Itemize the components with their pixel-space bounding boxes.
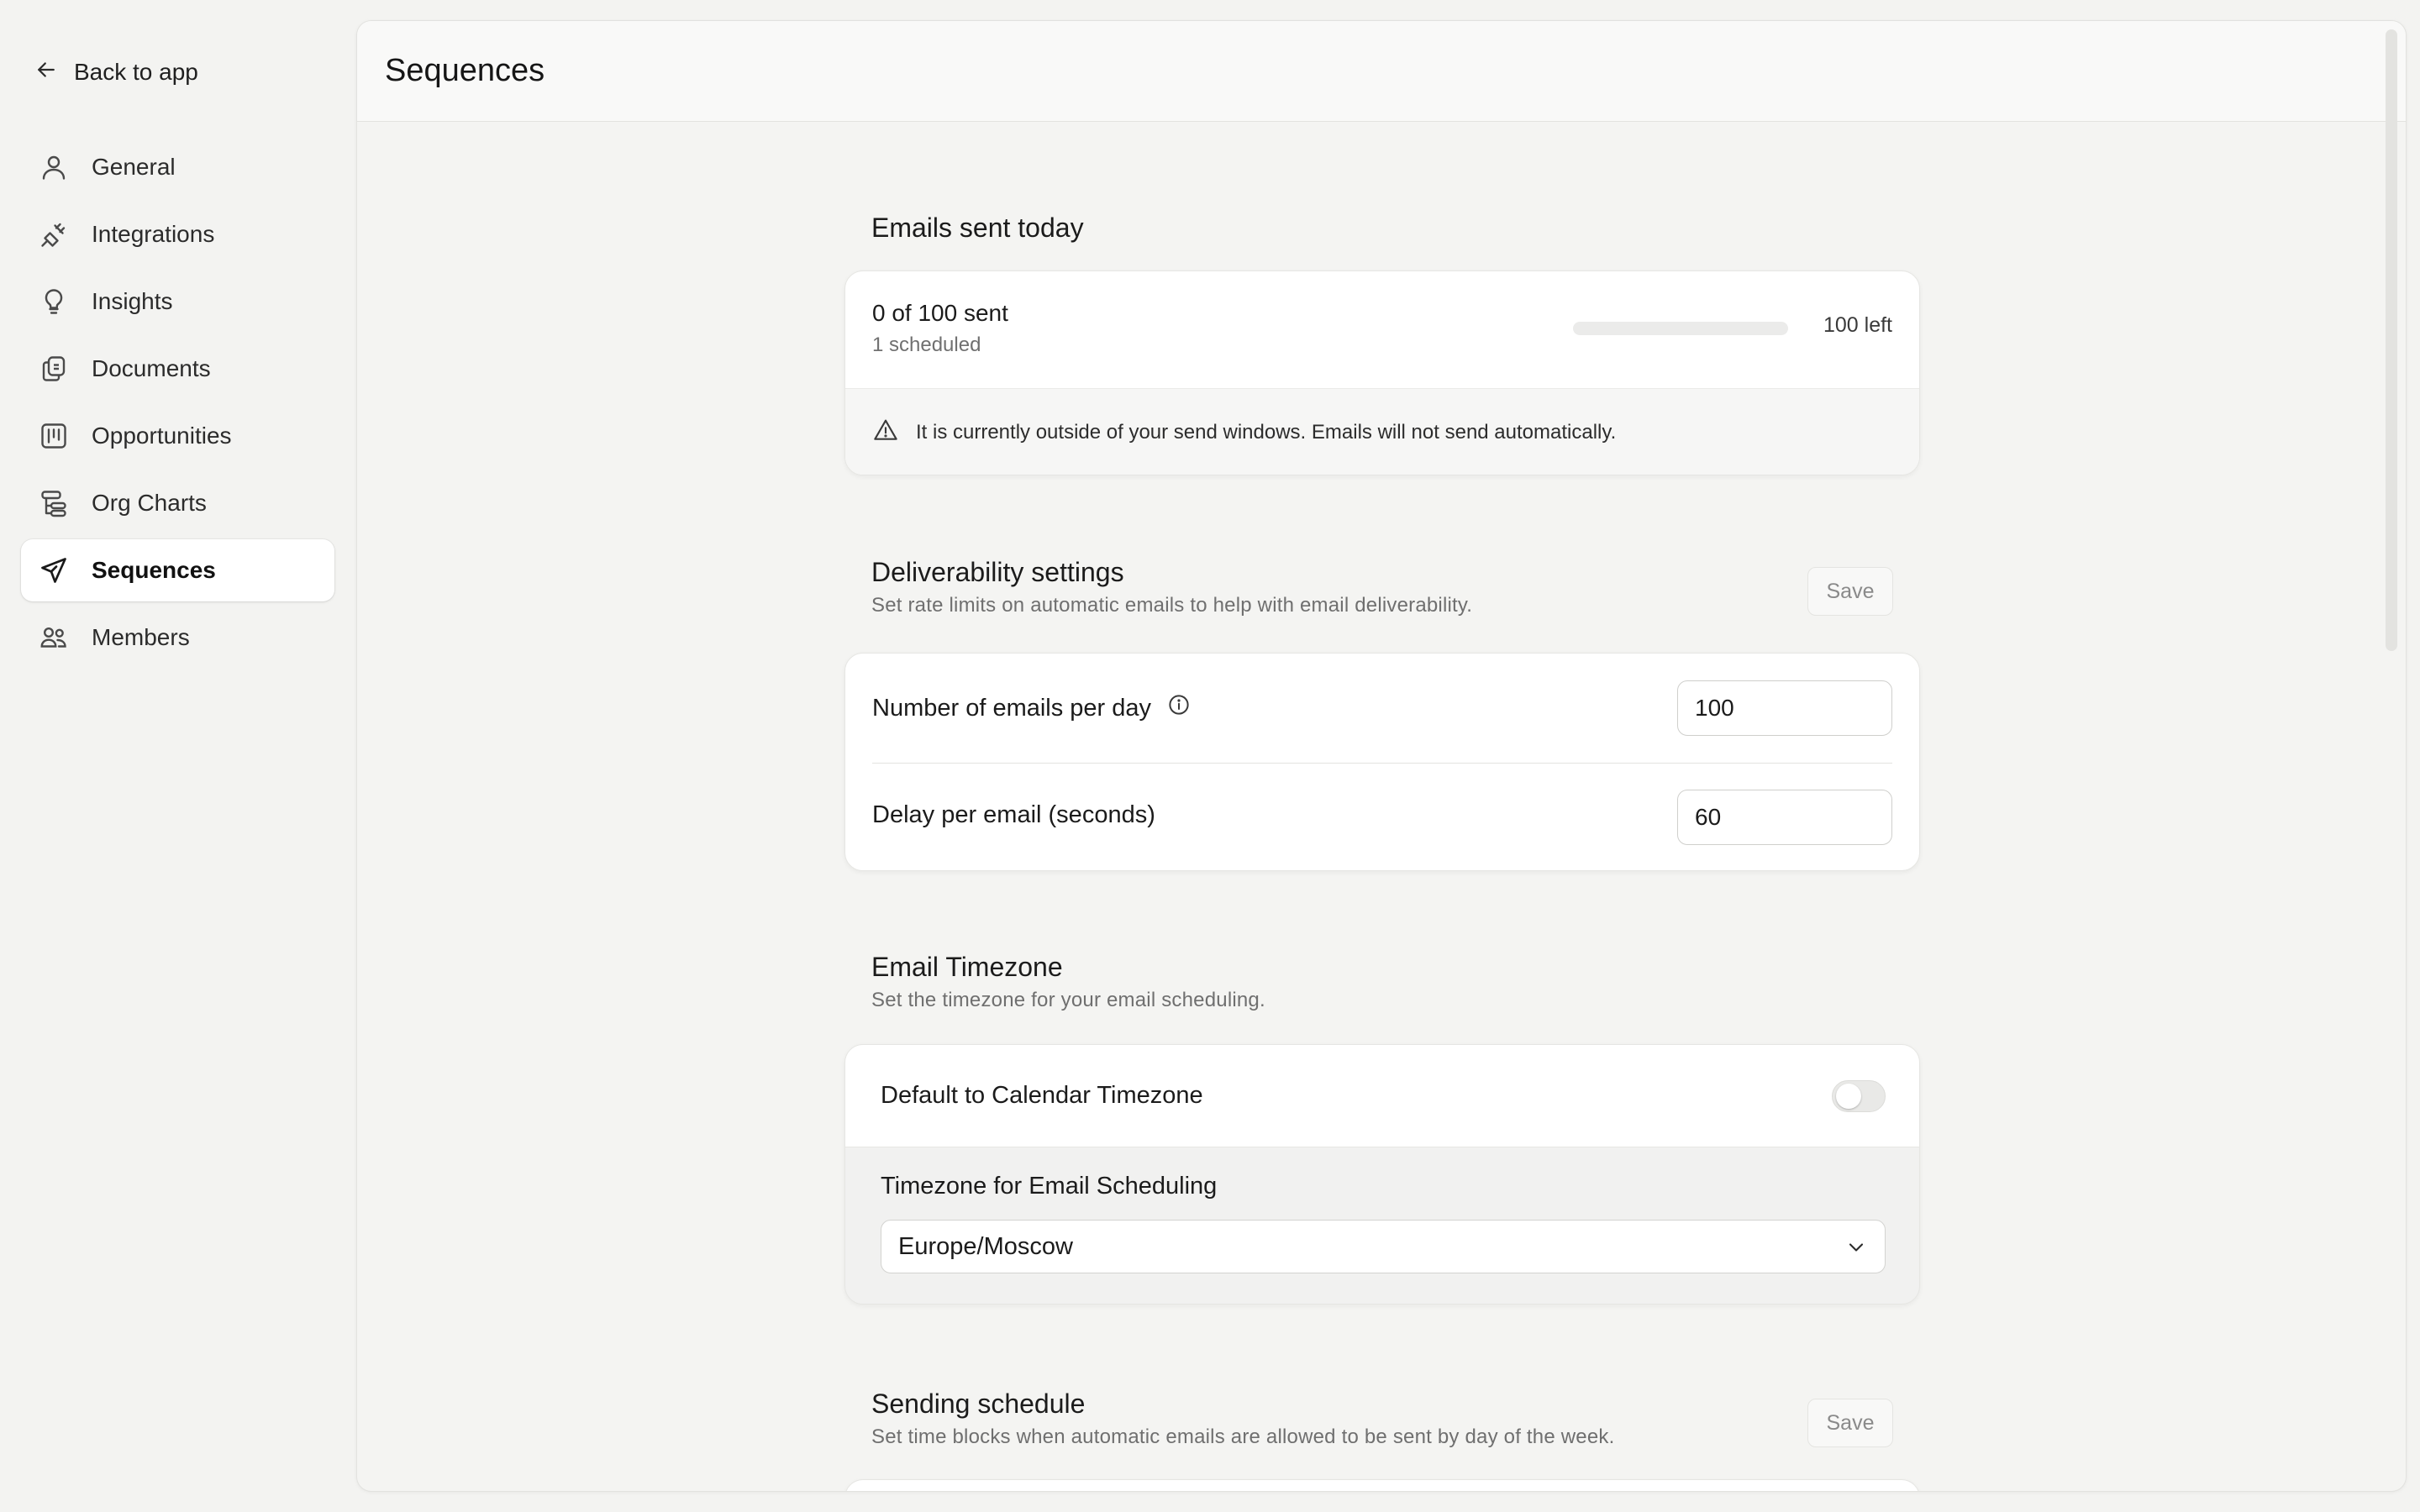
sidebar-item-label: Opportunities [92,423,232,449]
sidebar-item-label: Sequences [92,557,216,583]
back-to-app-link[interactable]: Back to app [34,55,198,89]
documents-icon [38,353,70,385]
warning-triangle-icon [872,417,899,449]
sent-count: 0 of 100 sent [872,300,1008,326]
schedule-save-button[interactable]: Save [1807,1399,1893,1447]
arrow-left-icon [34,57,59,88]
sent-summary-row: 0 of 100 sent 1 scheduled 100 left [845,271,1919,389]
sidebar-item-label: Members [92,624,190,650]
deliverability-save-button[interactable]: Save [1807,567,1893,616]
timezone-card: Default to Calendar Timezone Timezone fo… [844,1044,1920,1305]
schedule-subtitle: Set time blocks when automatic emails ar… [871,1425,1615,1448]
org-chart-icon [38,487,70,519]
emails-per-day-row: Number of emails per day [845,654,1919,763]
sidebar-item-insights[interactable]: Insights [21,270,334,333]
send-progress-bar [1573,322,1788,335]
emails-per-day-label: Number of emails per day [872,692,1192,724]
main-panel: Sequences Emails sent today 0 of 100 sen… [356,20,2407,1492]
timezone-selected-value: Europe/Moscow [898,1232,1073,1260]
delay-row: Delay per email (seconds) [845,763,1919,870]
schedule-card [844,1479,1920,1491]
sidebar-item-label: Org Charts [92,490,207,516]
sidebar-item-label: General [92,154,176,180]
sidebar-item-sequences[interactable]: Sequences [21,539,334,601]
remaining-count: 100 left [1823,313,1892,337]
kanban-icon [38,420,70,452]
default-calendar-timezone-label: Default to Calendar Timezone [881,1082,1203,1109]
page-title: Sequences [385,53,545,88]
deliverability-section-header: Deliverability settings Set rate limits … [844,557,1920,633]
deliverability-title: Deliverability settings [871,557,1124,587]
sidebar-item-integrations[interactable]: Integrations [21,203,334,265]
sidebar-item-members[interactable]: Members [21,606,334,669]
warning-text: It is currently outside of your send win… [916,421,1617,444]
sidebar-item-label: Insights [92,288,173,314]
sidebar-item-general[interactable]: General [21,136,334,198]
emails-per-day-input[interactable] [1677,680,1892,736]
emails-per-day-label-text: Number of emails per day [872,694,1152,722]
user-icon [38,151,70,183]
timezone-select-label: Timezone for Email Scheduling [881,1173,1218,1200]
default-calendar-timezone-toggle[interactable] [1832,1080,1886,1112]
toggle-knob [1836,1084,1861,1109]
settings-sidebar: Back to app General Integrations Insight… [0,0,355,1512]
default-calendar-timezone-row: Default to Calendar Timezone [845,1045,1919,1147]
sidebar-item-opportunities[interactable]: Opportunities [21,405,334,467]
timezone-title: Email Timezone [871,952,1063,982]
delay-label: Delay per email (seconds) [872,801,1155,828]
deliverability-subtitle: Set rate limits on automatic emails to h… [871,594,1473,617]
back-to-app-label: Back to app [74,59,198,85]
scrollbar[interactable] [2386,29,2397,651]
plug-icon [38,218,70,250]
sidebar-item-org-charts[interactable]: Org Charts [21,472,334,534]
info-icon[interactable] [1166,692,1192,724]
sidebar-item-label: Documents [92,355,211,381]
emails-sent-card: 0 of 100 sent 1 scheduled 100 left It is… [844,270,1920,475]
timezone-subtitle: Set the timezone for your email scheduli… [871,989,1265,1011]
sidebar-item-label: Integrations [92,221,215,247]
scheduled-count: 1 scheduled [872,333,981,356]
sidebar-item-documents[interactable]: Documents [21,338,334,400]
paper-plane-icon [38,554,70,586]
schedule-title: Sending schedule [871,1389,1086,1419]
users-icon [38,622,70,654]
emails-sent-today-title: Emails sent today [871,213,1084,243]
lightbulb-icon [38,286,70,318]
deliverability-card: Number of emails per day Delay per email… [844,653,1920,871]
settings-nav: General Integrations Insights Documents … [21,136,334,674]
timezone-select[interactable]: Europe/Moscow [881,1220,1886,1273]
send-window-warning: It is currently outside of your send win… [845,389,1919,475]
page-header: Sequences [357,21,2406,122]
delay-input[interactable] [1677,790,1892,845]
